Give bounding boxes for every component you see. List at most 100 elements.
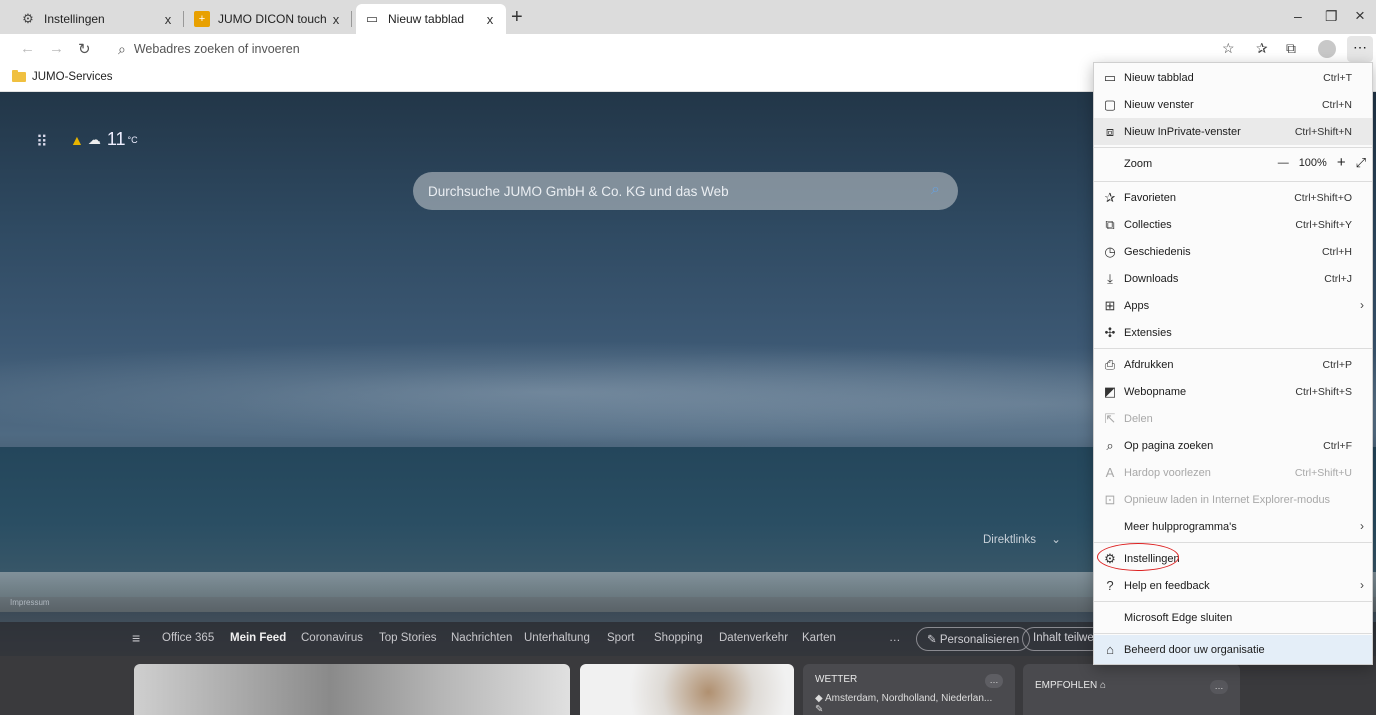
menu-item-label: Afdrukken [1124,358,1174,371]
menu-item-managed-by-org[interactable]: ⌂ Beheerd door uw organisatie [1094,635,1372,664]
gear-icon: ⚙ [22,11,34,26]
hamburger-menu-icon[interactable]: ≡ [132,630,140,646]
feed-item-unterhaltung[interactable]: Unterhaltung [524,632,590,644]
menu-divider [1094,181,1372,182]
extensions-icon: ✣ [1104,324,1116,340]
app-launcher-icon[interactable]: ⠿ [36,132,48,152]
briefcase-icon: ⌂ [1106,642,1114,657]
tab-jumo-dicon[interactable]: + JUMO DICON touch Online Visu x [186,4,352,34]
location-label: Amsterdam, Nordholland, Niederlan... [824,693,993,704]
new-tab-button[interactable]: + [511,6,523,28]
menu-item-new-window[interactable]: ▢ Nieuw venster Ctrl+N [1094,91,1372,118]
menu-item-new-inprivate-window[interactable]: ⧈ Nieuw InPrivate-venster Ctrl+Shift+N [1094,118,1372,145]
fullscreen-button[interactable]: ⤢ [1356,155,1366,171]
feed-item-coronavirus[interactable]: Coronavirus [301,632,363,644]
chevron-right-icon: › [1360,578,1364,592]
menu-divider [1094,633,1372,634]
favorites-folder-jumo-services[interactable]: JUMO-Services [12,70,113,83]
weather-widget[interactable]: ▲ ☁ 11 °C [70,129,138,150]
recommended-card[interactable]: EMPFOHLEN ⌂ … [1023,664,1240,715]
menu-item-help-feedback[interactable]: ? Help en feedback › [1094,572,1372,599]
card-more-button[interactable]: … [985,674,1003,688]
menu-item-label: Beheerd door uw organisatie [1124,643,1265,656]
folder-label: JUMO-Services [32,71,113,83]
print-icon: ⎙ [1104,356,1116,372]
forward-button[interactable]: → [49,40,64,57]
feed-item-top-stories[interactable]: Top Stories [379,632,437,644]
feed-item-sport[interactable]: Sport [607,632,635,644]
zoom-in-button[interactable]: + [1337,154,1346,171]
find-on-page-icon: ⌕ [1106,437,1114,453]
menu-item-apps[interactable]: ⊞ Apps › [1094,292,1372,319]
menu-item-collections[interactable]: ⧉ Collecties Ctrl+Shift+Y [1094,211,1372,238]
feed-item-karten[interactable]: Karten [802,632,836,644]
menu-item-new-tab[interactable]: ▭ Nieuw tabblad Ctrl+T [1094,64,1372,91]
edit-icon[interactable]: ✎ [815,704,823,715]
tab-label: Instellingen [44,12,105,26]
menu-item-label: Webopname [1124,385,1187,398]
tab-nieuw-tabblad[interactable]: ▭ Nieuw tabblad x [356,4,506,34]
inprivate-window-icon: ⧈ [1105,123,1115,139]
menu-item-shortcut: Ctrl+T [1323,71,1352,84]
feed-item-nachrichten[interactable]: Nachrichten [451,632,512,644]
close-window-button[interactable]: × [1355,6,1365,26]
refresh-button[interactable]: ↻ [78,40,91,58]
card-more-button[interactable]: … [1210,680,1228,694]
web-capture-icon: ◩ [1103,383,1117,399]
recommended-card-title: EMPFOHLEN [1035,680,1098,691]
feed-item-datenverkehr[interactable]: Datenverkehr [719,632,788,644]
menu-item-close-edge[interactable]: Microsoft Edge sluiten [1094,604,1372,631]
menu-item-find-on-page[interactable]: ⌕ Op pagina zoeken Ctrl+F [1094,432,1372,459]
close-tab-icon[interactable]: x [482,12,498,27]
menu-item-label: Nieuw tabblad [1124,71,1194,84]
close-tab-icon[interactable]: x [328,12,344,27]
download-icon: ⤓ [1107,270,1113,286]
menu-item-label: Extensies [1124,326,1172,339]
minimize-button[interactable]: – [1294,8,1302,24]
menu-item-label: Downloads [1124,272,1179,285]
web-search-input[interactable]: Durchsuche JUMO GmbH & Co. KG und das We… [413,172,958,210]
impressum-link[interactable]: Impressum [10,598,50,607]
weather-warning-icon: ▲ [70,131,84,148]
personalize-button[interactable]: ✎ Personalisieren [916,627,1031,651]
news-card-image[interactable] [134,664,570,715]
news-card-image[interactable] [580,664,794,715]
menu-item-history[interactable]: ◷ Geschiedenis Ctrl+H [1094,238,1372,265]
close-tab-icon[interactable]: x [160,12,176,27]
add-favorite-icon[interactable]: ☆ [1222,40,1235,57]
feed-item-shopping[interactable]: Shopping [654,632,703,644]
menu-divider [1094,601,1372,602]
favorites-icon[interactable]: ✰ [1256,40,1268,57]
new-tab-page-icon: ▭ [365,11,379,26]
menu-item-label: Collecties [1124,218,1172,231]
collections-icon: ⧉ [1105,216,1115,232]
menu-item-extensions[interactable]: ✣ Extensies [1094,319,1372,346]
menu-item-shortcut: Ctrl+P [1322,358,1352,371]
menu-item-print[interactable]: ⎙ Afdrukken Ctrl+P [1094,351,1372,378]
collections-icon[interactable]: ⧉ [1286,40,1296,57]
menu-item-shortcut: Ctrl+Shift+N [1294,125,1352,138]
profile-avatar[interactable] [1318,40,1336,58]
menu-item-more-tools[interactable]: Meer hulpprogramma's › [1094,513,1372,540]
weather-card[interactable]: WETTER … ◆ Amsterdam, Nordholland, Niede… [803,664,1015,715]
menu-item-label: Favorieten [1124,191,1176,204]
feed-more-button[interactable]: … [889,632,901,644]
search-icon[interactable]: ⌕ [931,181,940,199]
menu-item-favorites[interactable]: ✰ Favorieten Ctrl+Shift+O [1094,184,1372,211]
tab-instellingen[interactable]: ⚙ Instellingen x [12,4,184,34]
restore-button[interactable]: ❐ [1325,8,1338,25]
direktlinks-toggle[interactable]: Direktlinks ⌄ [983,532,1061,546]
menu-item-web-capture[interactable]: ◩ Webopname Ctrl+Shift+S [1094,378,1372,405]
share-icon: ⇱ [1104,410,1116,426]
feed-item-mein-feed[interactable]: Mein Feed [230,632,286,644]
menu-item-downloads[interactable]: ⤓ Downloads Ctrl+J [1094,265,1372,292]
settings-and-more-button[interactable]: ⋯ [1347,36,1373,62]
new-window-icon: ▢ [1103,96,1117,112]
menu-item-label: Op pagina zoeken [1124,439,1214,452]
back-button[interactable]: ← [20,40,35,57]
pencil-icon: ✎ [927,634,937,646]
zoom-out-button[interactable]: — [1278,157,1289,169]
content-visibility-button[interactable]: Inhalt teilweis [1022,627,1102,651]
address-input[interactable]: ⌕ Webadres zoeken of invoeren [108,37,1188,61]
feed-item-office-365[interactable]: Office 365 [162,632,214,644]
